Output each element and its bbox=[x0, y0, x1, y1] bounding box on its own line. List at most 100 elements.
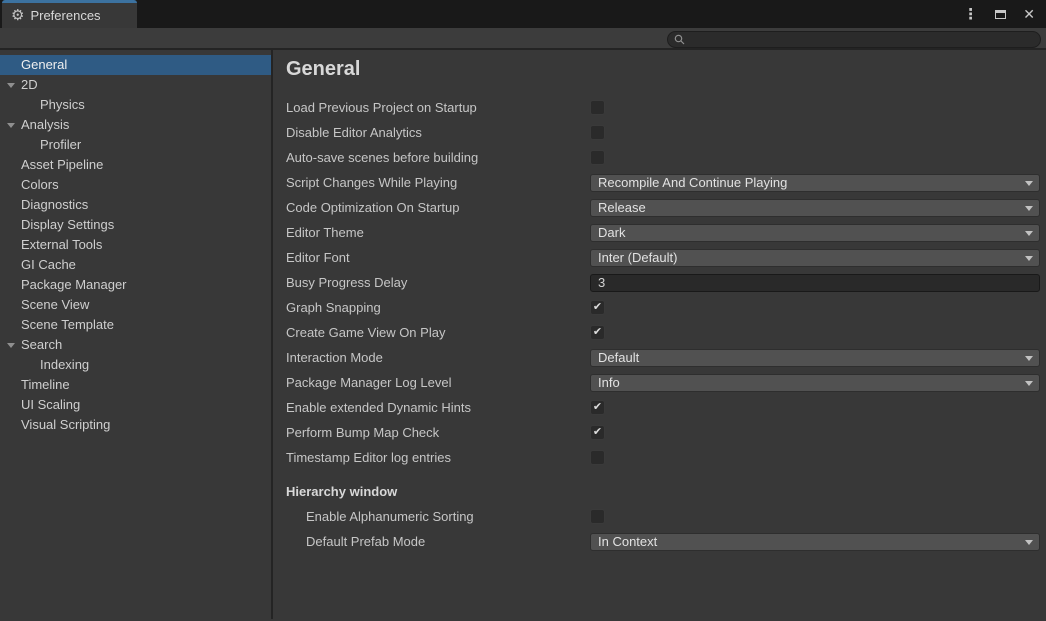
setting-label: Timestamp Editor log entries bbox=[286, 450, 590, 465]
sidebar-item-physics[interactable]: Physics bbox=[0, 95, 271, 115]
sidebar-item-label: Timeline bbox=[21, 377, 70, 392]
checkbox[interactable] bbox=[590, 125, 605, 140]
sidebar-item-label: Colors bbox=[21, 177, 59, 192]
sidebar-item-indexing[interactable]: Indexing bbox=[0, 355, 271, 375]
setting-label: Perform Bump Map Check bbox=[286, 425, 590, 440]
dropdown-value: Dark bbox=[598, 225, 625, 240]
main-panel: General Load Previous Project on Startup… bbox=[273, 50, 1046, 619]
sidebar: General 2D Physics Analysis Profiler Asset Pi… bbox=[0, 50, 273, 619]
sidebar-item-label: GI Cache bbox=[21, 257, 76, 272]
checkbox[interactable]: ✔ bbox=[590, 400, 605, 415]
dropdown-value: Release bbox=[598, 200, 646, 215]
sidebar-item-external-tools[interactable]: External Tools bbox=[0, 235, 271, 255]
foldout-arrow-icon[interactable] bbox=[7, 123, 15, 128]
setting-label: Interaction Mode bbox=[286, 350, 590, 365]
setting-label: Busy Progress Delay bbox=[286, 275, 590, 290]
dropdown[interactable]: Recompile And Continue Playing bbox=[590, 174, 1040, 192]
checkmark-icon: ✔ bbox=[593, 327, 602, 338]
preferences-window: ⚙ Preferences ⋮ ✕ General 2D Physics Analys… bbox=[0, 0, 1046, 621]
sidebar-item-diagnostics[interactable]: Diagnostics bbox=[0, 195, 271, 215]
checkbox[interactable] bbox=[590, 450, 605, 465]
text-field[interactable]: 3 bbox=[590, 274, 1040, 292]
gear-icon: ⚙ bbox=[11, 8, 24, 23]
dropdown-value: Info bbox=[598, 375, 620, 390]
settings-row: Enable Alphanumeric Sorting bbox=[286, 504, 1040, 529]
sidebar-item-analysis[interactable]: Analysis bbox=[0, 115, 271, 135]
setting-control bbox=[590, 509, 1040, 524]
setting-control: Release bbox=[590, 199, 1040, 217]
sidebar-item-gi-cache[interactable]: GI Cache bbox=[0, 255, 271, 275]
setting-control: In Context bbox=[590, 533, 1040, 551]
settings-row: Busy Progress Delay3 bbox=[286, 270, 1040, 295]
sidebar-item-package-manager[interactable]: Package Manager bbox=[0, 275, 271, 295]
setting-control bbox=[590, 100, 1040, 115]
checkbox[interactable] bbox=[590, 509, 605, 524]
checkbox[interactable] bbox=[590, 100, 605, 115]
sidebar-item-scene-template[interactable]: Scene Template bbox=[0, 315, 271, 335]
sidebar-item-display-settings[interactable]: Display Settings bbox=[0, 215, 271, 235]
dropdown[interactable]: Default bbox=[590, 349, 1040, 367]
sidebar-item-visual-scripting[interactable]: Visual Scripting bbox=[0, 415, 271, 435]
checkmark-icon: ✔ bbox=[593, 402, 602, 413]
dropdown[interactable]: Info bbox=[590, 374, 1040, 392]
checkbox[interactable]: ✔ bbox=[590, 325, 605, 340]
checkmark-icon: ✔ bbox=[593, 427, 602, 438]
setting-label: Enable extended Dynamic Hints bbox=[286, 400, 590, 415]
setting-control: Inter (Default) bbox=[590, 249, 1040, 267]
search-input[interactable] bbox=[689, 32, 1040, 47]
dropdown[interactable]: Inter (Default) bbox=[590, 249, 1040, 267]
dropdown-value: Inter (Default) bbox=[598, 250, 677, 265]
dropdown[interactable]: Dark bbox=[590, 224, 1040, 242]
sidebar-item-label: General bbox=[21, 57, 67, 72]
maximize-icon[interactable] bbox=[995, 10, 1006, 19]
sidebar-item-colors[interactable]: Colors bbox=[0, 175, 271, 195]
dropdown[interactable]: Release bbox=[590, 199, 1040, 217]
sidebar-item-profiler[interactable]: Profiler bbox=[0, 135, 271, 155]
sidebar-item-label: UI Scaling bbox=[21, 397, 80, 412]
setting-control: Default bbox=[590, 349, 1040, 367]
sidebar-item-label: External Tools bbox=[21, 237, 102, 252]
foldout-arrow-icon[interactable] bbox=[7, 343, 15, 348]
setting-control: 3 bbox=[590, 274, 1040, 292]
section-heading: Hierarchy window bbox=[286, 479, 1040, 504]
tab-preferences[interactable]: ⚙ Preferences bbox=[2, 0, 137, 28]
kebab-menu-icon[interactable]: ⋮ bbox=[963, 7, 978, 22]
search-box[interactable] bbox=[667, 31, 1041, 48]
setting-control bbox=[590, 150, 1040, 165]
sidebar-item-scene-view[interactable]: Scene View bbox=[0, 295, 271, 315]
setting-label: Create Game View On Play bbox=[286, 325, 590, 340]
title-bar: ⚙ Preferences ⋮ ✕ bbox=[0, 0, 1046, 28]
checkbox[interactable]: ✔ bbox=[590, 425, 605, 440]
setting-control: Recompile And Continue Playing bbox=[590, 174, 1040, 192]
settings-row: Enable extended Dynamic Hints✔ bbox=[286, 395, 1040, 420]
sidebar-item-general[interactable]: General bbox=[0, 55, 271, 75]
sidebar-item-label: Diagnostics bbox=[21, 197, 88, 212]
sidebar-item-label: Package Manager bbox=[21, 277, 127, 292]
settings-row: Auto-save scenes before building bbox=[286, 145, 1040, 170]
sidebar-item-search[interactable]: Search bbox=[0, 335, 271, 355]
page-title: General bbox=[286, 58, 1040, 81]
settings-row: Package Manager Log LevelInfo bbox=[286, 370, 1040, 395]
sidebar-item-2d[interactable]: 2D bbox=[0, 75, 271, 95]
settings-row: Editor FontInter (Default) bbox=[286, 245, 1040, 270]
setting-control: ✔ bbox=[590, 325, 1040, 340]
setting-label: Enable Alphanumeric Sorting bbox=[286, 509, 590, 524]
sidebar-item-timeline[interactable]: Timeline bbox=[0, 375, 271, 395]
checkbox[interactable] bbox=[590, 150, 605, 165]
sidebar-item-label: Scene View bbox=[21, 297, 89, 312]
sidebar-item-label: Scene Template bbox=[21, 317, 114, 332]
sidebar-item-label: Indexing bbox=[40, 357, 89, 372]
sidebar-item-label: Profiler bbox=[40, 137, 81, 152]
close-icon[interactable]: ✕ bbox=[1023, 7, 1035, 21]
setting-control: ✔ bbox=[590, 300, 1040, 315]
sidebar-item-label: Asset Pipeline bbox=[21, 157, 103, 172]
foldout-arrow-icon[interactable] bbox=[7, 83, 15, 88]
settings-row: Code Optimization On StartupRelease bbox=[286, 195, 1040, 220]
dropdown[interactable]: In Context bbox=[590, 533, 1040, 551]
checkbox[interactable]: ✔ bbox=[590, 300, 605, 315]
sidebar-item-ui-scaling[interactable]: UI Scaling bbox=[0, 395, 271, 415]
setting-control: ✔ bbox=[590, 400, 1040, 415]
sidebar-item-label: Physics bbox=[40, 97, 85, 112]
window-controls: ⋮ ✕ bbox=[963, 0, 1035, 28]
sidebar-item-asset-pipeline[interactable]: Asset Pipeline bbox=[0, 155, 271, 175]
